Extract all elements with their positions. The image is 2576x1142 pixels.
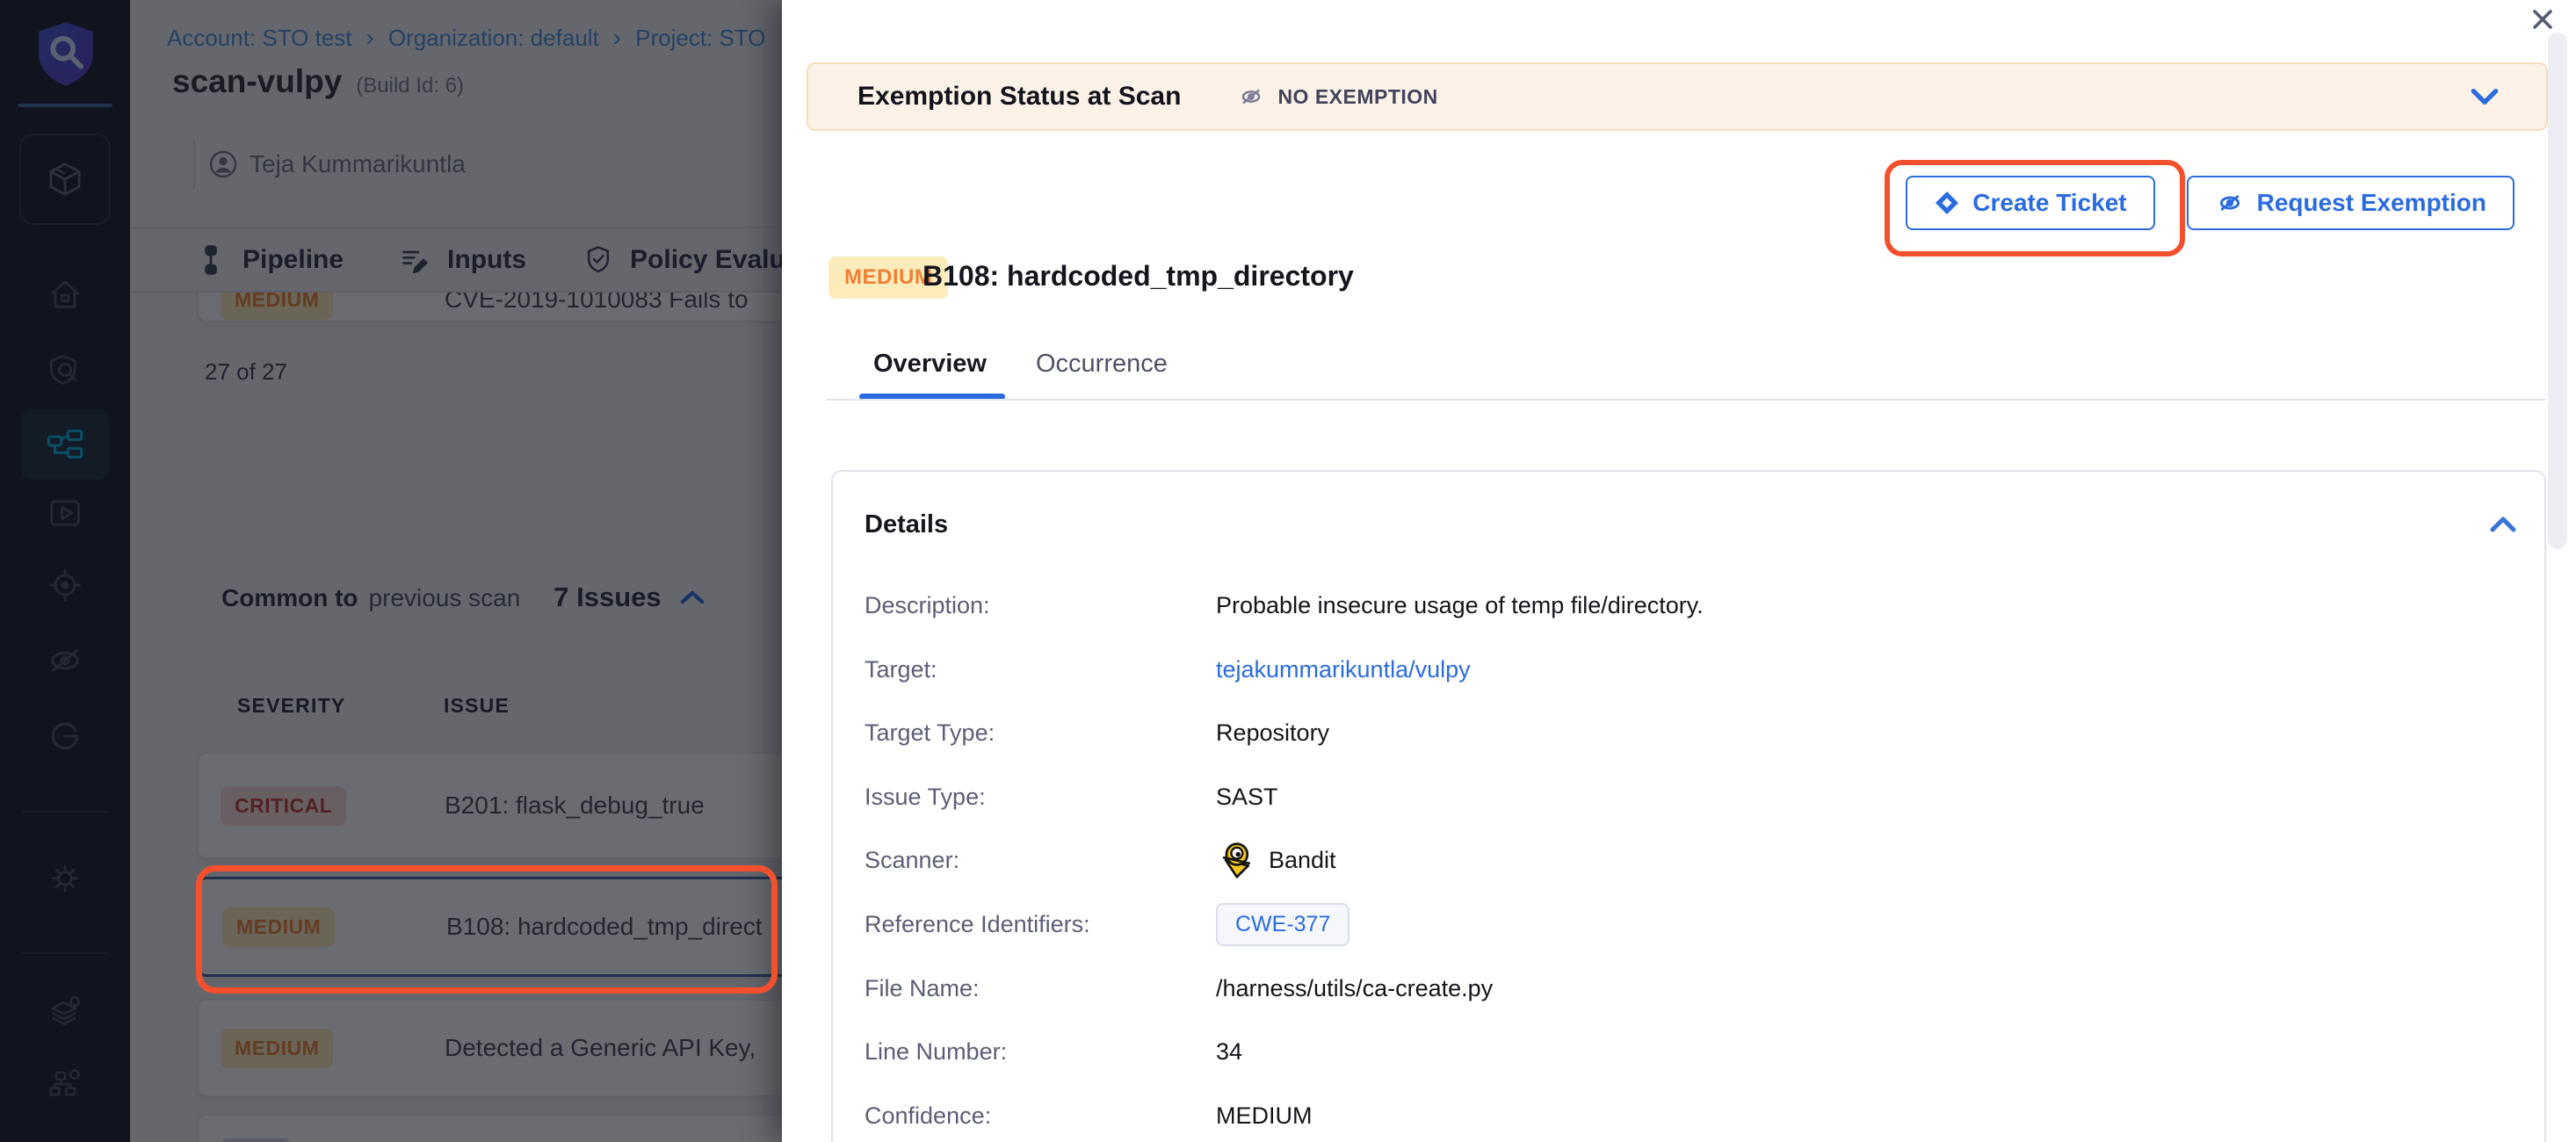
- detail-row: Confidence: MEDIUM: [833, 1084, 2544, 1142]
- tab-inputs[interactable]: Inputs: [400, 244, 526, 276]
- chevron-down-icon[interactable]: [2469, 85, 2500, 108]
- exemption-status: NO EXEMPTION: [1237, 83, 1437, 110]
- button-label: Request Exemption: [2257, 189, 2486, 217]
- drawer-tabs: Overview Occurrence: [782, 350, 2576, 402]
- detail-row: Scanner: Bandit: [833, 828, 2544, 892]
- detail-value-wrap: CWE-377: [1216, 903, 1350, 946]
- pipeline-icon: [195, 244, 227, 276]
- detail-value: 34: [1216, 1038, 1242, 1066]
- severity-badge: MEDIUM: [221, 1029, 333, 1068]
- app-root: Account: STO test›Organization: default›…: [0, 0, 2576, 1142]
- detail-value: Probable insecure usage of temp file/dir…: [1216, 592, 1704, 619]
- issue-label: B201: flask_debug_true: [445, 791, 705, 820]
- details-card: Details Description: Pr: [831, 470, 2546, 1142]
- detail-row: Target: tejakummarikuntla/vulpy: [833, 638, 2544, 701]
- detail-value: Bandit: [1269, 847, 1336, 874]
- detail-value: /harness/utils/ca-create.py: [1216, 975, 1493, 1002]
- eye-off-icon: [1237, 83, 1265, 110]
- detail-value-wrap: 34: [1216, 1038, 1242, 1066]
- exemption-status-banner: Exemption Status at Scan NO EXEMPTION: [807, 62, 2548, 131]
- request-exemption-button[interactable]: Request Exemption: [2187, 176, 2514, 230]
- bandit-scanner-icon: [1216, 840, 1255, 880]
- tab-label: Pipeline: [242, 245, 344, 275]
- detail-value: MEDIUM: [1216, 1102, 1313, 1130]
- detail-label: File Name:: [865, 975, 980, 1002]
- detail-value-wrap: tejakummarikuntla/vulpy: [1216, 656, 1471, 683]
- detail-value-wrap: MEDIUM: [1216, 1102, 1313, 1130]
- drawer-scrollbar[interactable]: [2548, 33, 2567, 549]
- tab-pipeline[interactable]: Pipeline: [195, 244, 344, 276]
- details-rows: Description: Probable insecure usage of …: [833, 472, 2544, 1142]
- severity-badge: MEDIUM: [222, 907, 335, 947]
- issue-details-drawer: Exemption Status at Scan NO EXEMPTION Cr…: [782, 0, 2576, 1142]
- detail-label: Reference Identifiers:: [865, 911, 1090, 938]
- detail-row: Line Number: 34: [833, 1020, 2544, 1083]
- banner-title: Exemption Status at Scan: [857, 82, 1181, 112]
- tab-overview[interactable]: Overview: [873, 350, 987, 379]
- detail-value-wrap: Probable insecure usage of temp file/dir…: [1216, 592, 1704, 619]
- issue-label: Detected a Generic API Key,: [445, 1034, 756, 1062]
- detail-label: Target:: [865, 656, 937, 683]
- detail-row: File Name: /harness/utils/ca-create.py: [833, 957, 2544, 1020]
- status-text: NO EXEMPTION: [1277, 85, 1437, 109]
- create-ticket-button[interactable]: Create Ticket: [1906, 176, 2154, 230]
- tab-occurrence[interactable]: Occurrence: [1036, 350, 1168, 379]
- detail-value: tejakummarikuntla/vulpy: [1216, 656, 1471, 683]
- detail-row: Description: Probable insecure usage of …: [833, 574, 2544, 637]
- ticket-diamond-icon: [1934, 190, 1960, 216]
- issue-label: B108: hardcoded_tmp_direct: [446, 913, 763, 941]
- shield-check-icon: [582, 244, 614, 276]
- detail-label: Issue Type:: [865, 784, 986, 811]
- detail-row: Target Type: Repository: [833, 701, 2544, 764]
- close-icon[interactable]: [2529, 5, 2557, 33]
- detail-value: Repository: [1216, 719, 1329, 747]
- detail-value: CWE-377: [1216, 903, 1350, 946]
- detail-value-wrap: SAST: [1216, 784, 1278, 811]
- button-label: Create Ticket: [1972, 189, 2126, 217]
- issue-title: B108: hardcoded_tmp_directory: [923, 260, 1354, 293]
- detail-label: Line Number:: [865, 1038, 1007, 1066]
- tabs-divider: [826, 399, 2546, 401]
- action-buttons: Create Ticket Request Exemption: [1906, 176, 2514, 230]
- severity-badge: CRITICAL: [221, 786, 346, 826]
- detail-value: SAST: [1216, 784, 1278, 811]
- detail-label: Scanner:: [865, 847, 959, 874]
- inputs-icon: [400, 244, 431, 276]
- severity-badge: [221, 1138, 291, 1142]
- detail-row: Issue Type: SAST: [833, 765, 2544, 828]
- detail-value-wrap: Bandit: [1216, 840, 1336, 880]
- detail-value-wrap: Repository: [1216, 719, 1329, 747]
- detail-label: Target Type:: [865, 719, 995, 747]
- detail-label: Confidence:: [865, 1102, 991, 1130]
- eye-off-icon: [2215, 189, 2245, 217]
- detail-label: Description:: [865, 592, 990, 619]
- tab-label: Inputs: [447, 245, 526, 275]
- detail-row: Reference Identifiers: CWE-377: [833, 893, 2544, 956]
- detail-value-wrap: /harness/utils/ca-create.py: [1216, 975, 1493, 1002]
